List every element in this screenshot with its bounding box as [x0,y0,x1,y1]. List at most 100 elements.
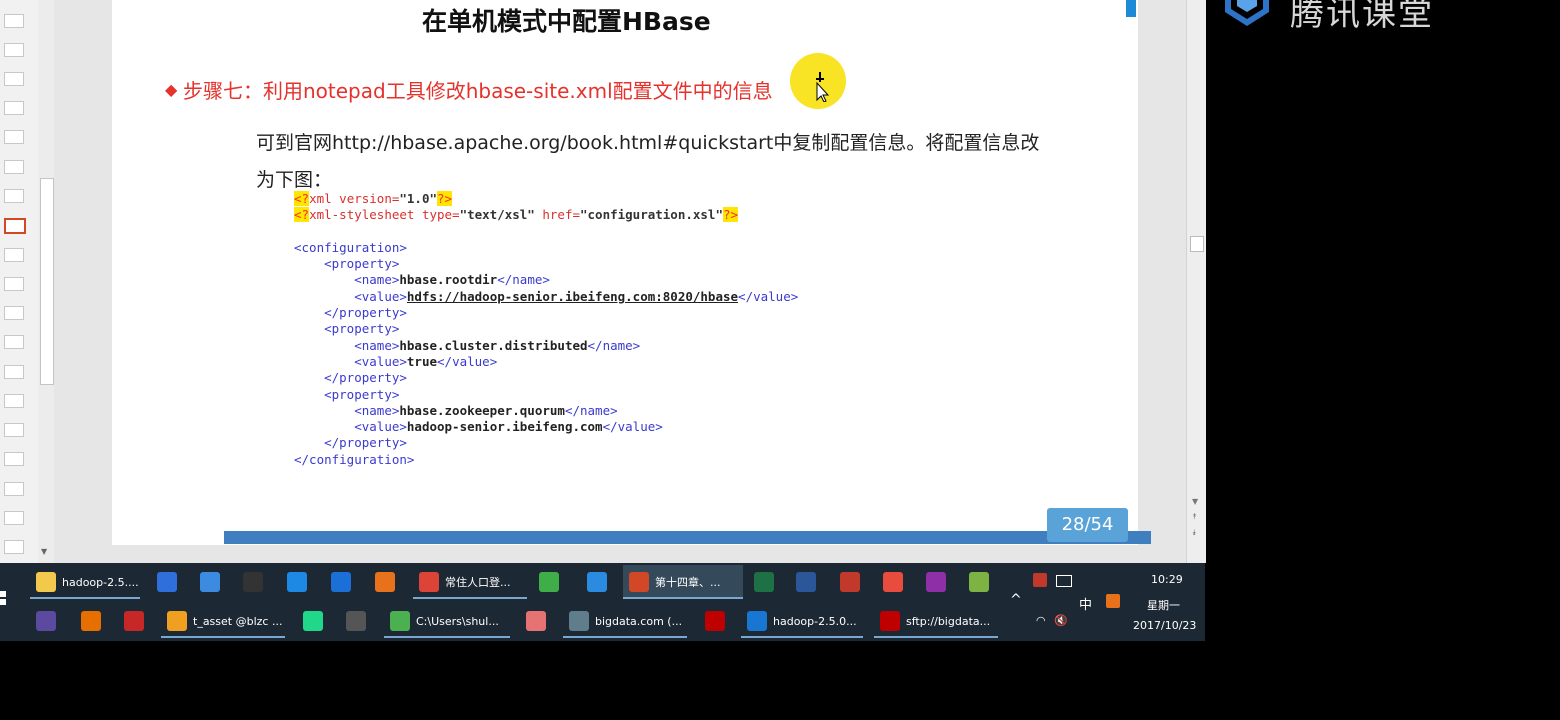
taskbar-button-app-tool[interactable] [834,565,870,599]
books-icon [124,611,144,631]
slide-thumbnail[interactable] [4,365,24,379]
tray-sogou-icon[interactable] [1106,594,1120,608]
slide-thumbnail[interactable] [4,482,24,496]
taskbar-button-app-pycharm[interactable] [297,604,333,638]
slide-thumbnail[interactable] [4,277,24,291]
taskbar-button-app-java[interactable] [75,604,111,638]
next-slide-icon[interactable]: ⯯ [1192,528,1197,538]
slide-thumbnail[interactable] [4,160,24,174]
xml-pi-open: <? [294,191,310,206]
powerpoint-icon [629,572,649,592]
xml-stylesheet-href-attr: href= [534,207,580,223]
taskbar-running-indicator [563,636,687,638]
slide-thumbnail[interactable] [4,101,24,115]
k-app-icon [287,572,307,592]
taskbar-button-app-baidu-netdisk[interactable] [194,565,226,599]
filezilla-icon [880,611,900,631]
g-app-icon [157,572,177,592]
taskbar-button-explorer-hadoop[interactable]: hadoop-2.5.... [30,565,140,599]
taskbar-button-app-tasset[interactable]: t_asset @blzc ... [161,604,285,638]
slide-thumbnail-selected[interactable] [4,218,26,234]
penguin-icon [243,572,263,592]
taskbar-button-app-ie[interactable] [325,565,357,599]
taskbar-button-app-chrome[interactable]: 常住人口登... [413,565,527,599]
clock-time[interactable]: 10:29 [1151,573,1183,586]
slide-thumbnail[interactable] [4,423,24,437]
slide-thumbnail[interactable] [4,394,24,408]
green-app-icon [969,572,989,592]
taskbar-button-app-powerpoint[interactable]: 第十四章、... [623,565,743,599]
taskbar-button-app-kugou[interactable] [281,565,313,599]
taskbar-button-app-j[interactable] [340,604,376,638]
taskbar-button-app-virtualbox[interactable]: hadoop-2.5.0... [741,604,863,638]
taskbar-button-app-qq[interactable] [237,565,269,599]
slide-thumbnail[interactable] [4,306,24,320]
xml-name-open: <name> [354,272,400,288]
paw-icon [167,611,187,631]
tray-battery-icon[interactable] [1056,575,1072,587]
description-line-2: 为下图： [256,169,333,191]
taskbar-button-app-word[interactable] [790,565,826,599]
volume-muted-icon[interactable]: 🔇 [1054,614,1068,627]
property-name: hbase.zookeeper.quorum [399,402,565,418]
xml-configuration-open: <configuration> [294,239,407,255]
tray-app-icon[interactable] [1033,573,1047,587]
taskbar-button-app-feige[interactable] [581,565,617,599]
java-cup-icon [81,611,101,631]
slide-canvas[interactable]: 在单机模式中配置HBase ◆ 步骤七：利用notepad工具修改hbase-s… [112,0,1151,545]
slide-thumbnail[interactable] [4,452,24,466]
eclipse-icon [36,611,56,631]
tray-expand-icon[interactable]: ^ [1010,592,1022,608]
clock-date[interactable]: 2017/10/23 [1133,619,1196,632]
xmind-icon [883,572,903,592]
xml-pi-close: ?> [437,191,453,206]
taskbar-button-app-notepad[interactable]: C:\Users\shul... [384,604,510,638]
thumbnail-scroll-thumb[interactable] [40,178,54,385]
mouse-pointer-icon [816,72,830,102]
slide-thumbnail[interactable] [4,72,24,86]
taskbar-button-app-axure[interactable] [920,565,956,599]
xml-value-close: </value> [602,419,663,435]
slide-thumbnail[interactable] [4,189,24,203]
network-icon[interactable]: ◠ [1036,614,1046,627]
taskbar-button-app-green[interactable] [963,565,999,599]
taskbar-button-app-excel[interactable] [748,565,784,599]
taskbar-button-app-sftp[interactable]: sftp://bigdata... [874,604,998,638]
ime-indicator[interactable]: 中 [1079,594,1092,613]
slide-title: 在单机模式中配置HBase [422,7,711,36]
slide-scroll-thumb[interactable] [1190,236,1204,252]
slide-thumbnail[interactable] [4,130,24,144]
taskbar-button-app-filezilla[interactable] [699,604,735,638]
slide-thumbnail[interactable] [4,43,24,57]
slide-thumbnail-pane[interactable] [0,0,39,563]
taskbar-button-app-firefox[interactable] [369,565,401,599]
taskbar-button-app-winrar[interactable] [118,604,154,638]
taskbar-button-app-g[interactable] [151,565,183,599]
taskbar-button-app-pencil[interactable] [520,604,556,638]
pencil-icon [526,611,546,631]
taskbar-button-app-eclipse[interactable] [30,604,66,638]
virtualbox-icon [747,611,767,631]
taskbar-running-indicator [161,636,285,638]
slide-thumbnail[interactable] [4,335,24,349]
scroll-down-arrow-icon[interactable]: ▼ [1192,497,1198,506]
xml-code-block: <?xml version="1.0"?> <?xml-stylesheet t… [294,191,798,468]
property-name: hbase.cluster.distributed [399,337,588,353]
xml-pi-decl: xml version= [309,191,400,206]
scroll-down-arrow-icon[interactable]: ▼ [41,547,47,556]
xml-property-close: </property> [324,305,407,321]
taskbar-button-app-bigdata[interactable]: bigdata.com (... [563,604,687,638]
slide-thumbnail[interactable] [4,14,24,28]
slide-scrollbar[interactable] [1186,0,1206,563]
clock-weekday[interactable]: 星期一 [1147,597,1180,613]
taskbar-button-app-360[interactable] [533,565,569,599]
previous-slide-icon[interactable]: ⯭ [1192,512,1197,522]
windows-start-icon[interactable] [0,591,6,605]
slide-thumbnail[interactable] [4,248,24,262]
xml-value-open: <value> [354,419,407,435]
property-value: hadoop-senior.ibeifeng.com [406,419,603,435]
slide-thumbnail[interactable] [4,511,24,525]
slide-thumbnail[interactable] [4,540,24,554]
taskbar-button-app-xmind[interactable] [877,565,913,599]
taskbar-running-indicator [384,636,510,638]
